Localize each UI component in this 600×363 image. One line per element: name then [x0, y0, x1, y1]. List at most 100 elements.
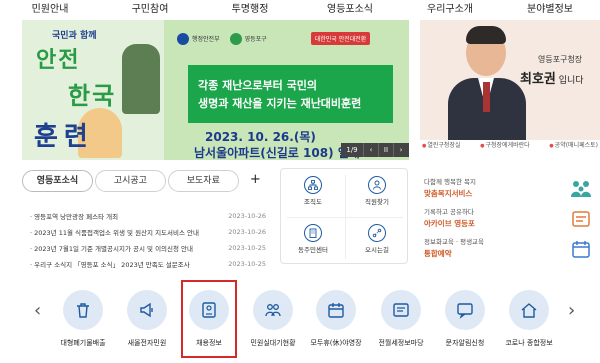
banner-counter: 1/9 — [346, 146, 358, 154]
mayor-name-line: 최호권 입니다 — [520, 68, 584, 87]
mayor-link-manifesto[interactable]: 공약(매니페스토) — [549, 140, 598, 154]
news-list: 영등포역 낭만광장 페스타 개최 2023-10-26 2023년 11월 식품접… — [30, 208, 266, 272]
quick-links-grid: 조직도 직원찾기 동주민센터 오시는길 — [280, 168, 408, 264]
carousel-label: 전월세정보마당 — [378, 339, 424, 347]
megaphone-icon — [127, 290, 167, 330]
calendar-icon — [316, 290, 356, 330]
mayor-link-suggest[interactable]: 구청장에게바란다 — [480, 140, 530, 154]
quick-org-chart[interactable]: 조직도 — [281, 169, 345, 217]
banner-pause-button[interactable]: II — [378, 143, 393, 157]
news-date: 2023-10-25 — [228, 244, 266, 252]
headline-line1: 각종 재난으로부터 국민의 — [198, 79, 317, 92]
carousel-campground[interactable]: 모두휴(休)야영장 — [306, 290, 366, 348]
nav-transparency[interactable]: 투명행정 — [200, 0, 300, 22]
poster-line2: 안전 — [36, 48, 81, 73]
mayor-links: 열린구청장실 구청장에게바란다 공약(매니페스토) — [420, 140, 600, 154]
safety-poster: 국민과 함께 안전 한국 훈련 — [22, 20, 164, 160]
top-navigation: 민원안내 구민참여 투명행정 영등포소식 우리구소개 분야별정보 — [0, 0, 600, 22]
mayor-panel[interactable]: 영등포구청장 최호권 입니다 — [420, 20, 600, 148]
news-date: 2023-10-26 — [228, 212, 266, 220]
family-icon — [570, 178, 592, 200]
carousel-label: 대형폐기물배출 — [60, 339, 106, 347]
quick-staff-search[interactable]: 직원찾기 — [345, 169, 409, 217]
soldier-figure — [122, 44, 160, 114]
news-more-button[interactable]: + — [249, 170, 262, 192]
headline-line2: 생명과 재산을 지키는 재난대비훈련 — [198, 97, 362, 110]
building-icon — [304, 224, 322, 242]
mayor-title: 영등포구청장 — [538, 55, 583, 64]
calendar-icon — [570, 238, 592, 260]
mayor-link-office[interactable]: 열린구청장실 — [422, 140, 460, 154]
person-icon — [368, 176, 386, 194]
mayor-name: 최호권 — [520, 72, 556, 87]
quick-community-center[interactable]: 동주민센터 — [281, 217, 345, 265]
house-icon — [509, 290, 549, 330]
poster-line1: 국민과 함께 — [52, 31, 97, 41]
carousel-label: 코로나 종합정보 — [505, 339, 553, 347]
ydp-emblem-icon — [229, 32, 242, 45]
news-title: 영등포역 낭만광장 페스타 개최 — [30, 211, 224, 221]
poster-line4: 훈련 — [34, 122, 94, 152]
mayor-tie — [483, 82, 490, 112]
banner-prev-button[interactable]: ‹ — [363, 143, 378, 157]
tab-ydp-news[interactable]: 영등포소식 — [22, 170, 93, 192]
service-reservation[interactable]: 정보화교육 · 평생교육 통합예약 — [424, 236, 600, 264]
quick-directions[interactable]: 오시는길 — [345, 217, 409, 265]
list-item[interactable]: 영등포역 낭만광장 페스타 개최 2023-10-26 — [30, 208, 266, 224]
news-date: 2023-10-25 — [228, 260, 266, 268]
ydp-logo-label: 영등포구 — [244, 36, 267, 43]
carousel-waiting-status[interactable]: 민원실대기현황 — [243, 290, 303, 348]
banner-next-button[interactable]: › — [393, 143, 408, 157]
nav-news[interactable]: 영등포소식 — [300, 0, 400, 22]
quick-staff-search-label: 직원찾기 — [365, 198, 389, 206]
poster-line3: 한국 — [68, 82, 117, 110]
ydp-logo: 영등포구 — [229, 32, 267, 45]
trash-icon — [63, 290, 103, 330]
event-date: 2023. 10. 26.(목) — [205, 130, 316, 144]
list-item[interactable]: 2023년 11월 식품접객업소 위생 및 원산지 지도서비스 안내 2023-1… — [30, 224, 266, 240]
service-welfare[interactable]: 다함께 행복한 복지 맞춤복지서비스 — [424, 176, 600, 204]
carousel-e-civil[interactable]: 새올전자민원 — [117, 290, 177, 348]
carousel-prev-button[interactable]: ‹ — [34, 300, 41, 321]
quick-org-chart-label: 조직도 — [304, 198, 322, 206]
carousel-label: 문자알림신청 — [445, 339, 485, 347]
list-item[interactable]: 우리구 소식지 「영등포 소식」 2023년 만족도 설문조사 2023-10-2… — [30, 256, 266, 272]
nav-participation[interactable]: 구민참여 — [100, 0, 200, 22]
news-tabs: 영등포소식 고시공고 보도자료 + — [22, 170, 262, 192]
carousel-sms-alert[interactable]: 문자알림신청 — [435, 290, 495, 348]
document-icon — [381, 290, 421, 330]
mois-logo-label: 행정안전부 — [192, 36, 220, 43]
archive-icon — [570, 208, 592, 230]
org-chart-icon — [304, 176, 322, 194]
main-banner[interactable]: 국민과 함께 안전 한국 훈련 행정안전부 영등포구 대한민국 안전대전환 각종… — [22, 20, 409, 160]
banner-controls: 1/9 ‹ II › — [341, 143, 409, 157]
quick-directions-label: 오시는길 — [365, 246, 389, 254]
news-title: 2023년 7월1일 기준 개별공시지가 공시 및 이의신청 안내 — [30, 243, 224, 253]
tab-press[interactable]: 보도자료 — [167, 170, 239, 192]
mayor-photo — [448, 24, 526, 148]
route-icon — [368, 224, 386, 242]
carousel-next-button[interactable]: › — [568, 300, 575, 321]
nav-civil-service[interactable]: 민원안내 — [0, 0, 100, 22]
carousel-covid-info[interactable]: 코로나 종합정보 — [499, 290, 559, 348]
carousel-label: 모두휴(休)야영장 — [310, 339, 362, 347]
mois-logo: 행정안전부 — [177, 32, 220, 45]
campaign-badge: 대한민국 안전대전환 — [310, 32, 371, 45]
headline-box: 각종 재난으로부터 국민의 생명과 재산을 지키는 재난대비훈련 — [188, 65, 393, 123]
people-icon — [253, 290, 293, 330]
list-item[interactable]: 2023년 7월1일 기준 개별공시지가 공시 및 이의신청 안내 2023-10… — [30, 240, 266, 256]
news-title: 2023년 11월 식품접객업소 위생 및 원산지 지도서비스 안내 — [30, 227, 224, 237]
message-icon — [445, 290, 485, 330]
news-title: 우리구 소식지 「영등포 소식」 2023년 만족도 설문조사 — [30, 259, 224, 269]
mois-emblem-icon — [177, 32, 189, 45]
carousel-rent-info[interactable]: 전월세정보마당 — [371, 290, 431, 348]
selection-highlight — [181, 280, 237, 358]
carousel-bulky-waste[interactable]: 대형폐기물배출 — [53, 290, 113, 348]
nav-field-info[interactable]: 분야별정보 — [500, 0, 600, 22]
nav-about[interactable]: 우리구소개 — [400, 0, 500, 22]
quick-community-center-label: 동주민센터 — [298, 246, 328, 254]
banner-logos: 행정안전부 영등포구 대한민국 안전대전환 — [177, 32, 371, 45]
mayor-hair — [466, 26, 506, 44]
service-archive[interactable]: 기록하고 공유하다 아카이브 영등포 — [424, 206, 600, 234]
tab-notices[interactable]: 고시공고 — [94, 170, 166, 192]
